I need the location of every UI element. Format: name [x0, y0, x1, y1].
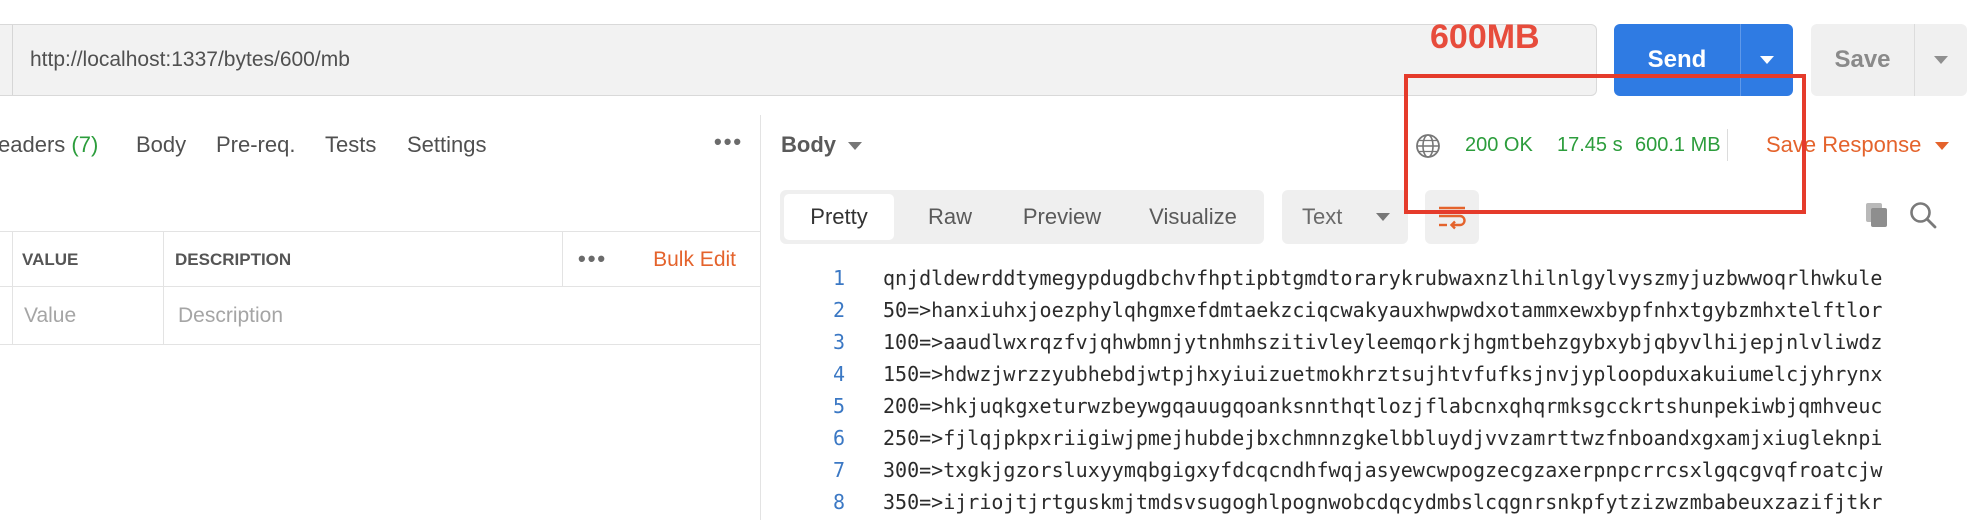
response-size[interactable]: 600.1 MB	[1635, 115, 1721, 175]
line-number: 4	[832, 362, 845, 386]
line-text: 200=>hkjuqkgxeturwzbeywgqauugqoanksnnthq…	[883, 394, 1883, 418]
line-number: 7	[832, 458, 845, 482]
more-options-icon[interactable]: •••	[714, 129, 743, 155]
line-number: 1	[832, 266, 845, 290]
save-button[interactable]: Save	[1811, 24, 1914, 96]
language-select[interactable]: Text	[1282, 190, 1408, 244]
method-divider	[12, 25, 13, 95]
format-tabs: Pretty Raw Preview Visualize	[780, 190, 1264, 244]
globe-icon[interactable]	[1415, 133, 1441, 159]
tab-raw[interactable]: Raw	[900, 194, 1000, 240]
wrap-icon	[1439, 206, 1466, 230]
tab-settings[interactable]: Settings	[407, 115, 487, 175]
headers-count: (7)	[71, 132, 99, 157]
line-number: 2	[832, 298, 845, 322]
save-response-label: Save Response	[1766, 132, 1922, 157]
tab-prereq[interactable]: Pre-req.	[216, 115, 295, 175]
search-icon[interactable]	[1908, 200, 1938, 230]
value-input[interactable]: Value	[24, 287, 76, 345]
line-text: 50=>hanxiuhxjoezphylqhgmxefdmtaekzciqcwa…	[883, 298, 1883, 322]
save-options-button[interactable]	[1915, 24, 1967, 96]
language-label: Text	[1302, 204, 1343, 229]
chevron-down-icon	[1760, 56, 1774, 64]
tab-headers[interactable]: eaders (7)	[0, 115, 98, 175]
url-bar[interactable]: http://localhost:1337/bytes/600/mb	[0, 24, 1597, 96]
request-tabs: eaders (7) Body Pre-req. Tests Settings …	[0, 115, 760, 175]
params-header: VALUE DESCRIPTION ••• Bulk Edit	[0, 231, 760, 287]
line-text: 350=>ijriojtjrtguskmjtmdsvsugoghlpognwob…	[883, 490, 1883, 514]
tab-preview[interactable]: Preview	[1002, 194, 1122, 240]
line-number: 8	[832, 490, 845, 514]
send-button[interactable]: Send	[1614, 24, 1740, 96]
wrap-lines-button[interactable]	[1425, 190, 1479, 244]
tab-pretty[interactable]: Pretty	[784, 194, 894, 240]
line-number: 5	[832, 394, 845, 418]
column-value: VALUE	[22, 250, 79, 269]
response-body[interactable]: 1 qnjdldewrddtymegypdugdbchvfhptipbtgmdto…	[761, 262, 1970, 520]
annotation-label: 600MB	[1430, 18, 1540, 56]
line-text: 150=>hdwzjwrzzyubhebdjwtpjhxyiuizuetmokh…	[883, 362, 1883, 386]
stats-divider	[1727, 129, 1728, 161]
chevron-down-icon	[1935, 142, 1950, 151]
send-button-group[interactable]: Send	[1614, 24, 1793, 96]
copy-icon[interactable]	[1862, 200, 1892, 230]
tab-body[interactable]: Body	[136, 115, 186, 175]
status-code[interactable]: 200 OK	[1465, 115, 1533, 175]
tab-tests[interactable]: Tests	[325, 115, 376, 175]
column-description: DESCRIPTION	[175, 250, 292, 269]
send-options-button[interactable]	[1741, 24, 1793, 96]
table-row: Value Description	[0, 287, 760, 345]
line-number: 3	[832, 330, 845, 354]
line-text: 250=>fjlqjpkpxriigiwjpmejhubdejbxchmnnzg…	[883, 426, 1883, 450]
save-response-button[interactable]: Save Response	[1766, 115, 1950, 175]
request-panel: eaders (7) Body Pre-req. Tests Settings …	[0, 115, 760, 520]
save-button-group[interactable]: Save	[1811, 24, 1967, 96]
line-text: 100=>aaudlwxrqzfvjqhwbmnjytnhmhszitivley…	[883, 330, 1883, 354]
tab-headers-label: eaders	[0, 132, 66, 157]
line-text: 300=>txgkjgzorsluxyymqbgigxyfdcqcndhfwqj…	[883, 458, 1883, 482]
description-input[interactable]: Description	[178, 287, 283, 345]
line-text: qnjdldewrddtymegypdugdbchvfhptipbtgmdtor…	[883, 266, 1883, 290]
chevron-down-icon	[1934, 56, 1948, 64]
response-header: Body 200 OK 17.45 s 600.1 MB Save Respon…	[761, 115, 1970, 175]
response-body-label: Body	[781, 132, 836, 157]
chevron-down-icon	[848, 142, 862, 151]
column-options-icon[interactable]: •••	[578, 246, 607, 272]
column-divider	[562, 231, 563, 287]
tab-visualize[interactable]: Visualize	[1126, 194, 1260, 240]
response-time[interactable]: 17.45 s	[1557, 115, 1623, 175]
line-number: 6	[832, 426, 845, 450]
bulk-edit-button[interactable]: Bulk Edit	[653, 232, 736, 288]
response-body-select[interactable]: Body	[781, 115, 862, 175]
chevron-down-icon	[1376, 213, 1390, 221]
url-input[interactable]: http://localhost:1337/bytes/600/mb	[30, 25, 350, 95]
